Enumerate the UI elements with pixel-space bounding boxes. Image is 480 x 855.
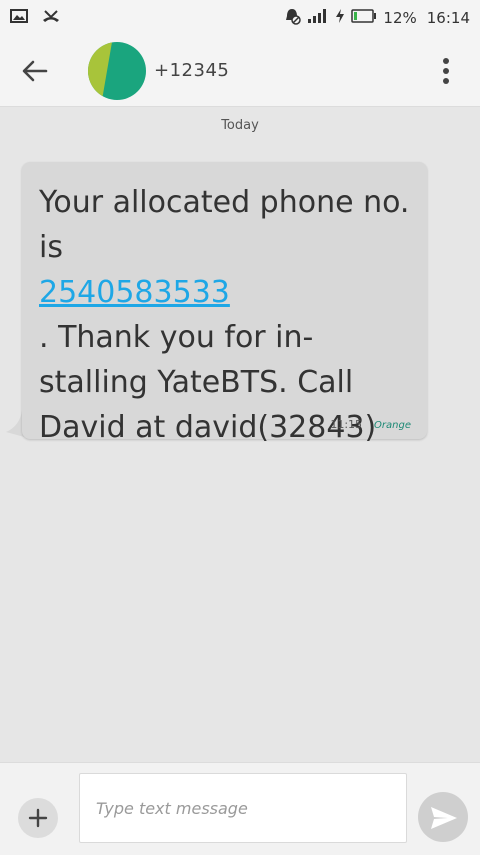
avatar[interactable] bbox=[88, 42, 146, 100]
status-bar: 12% 16:14 bbox=[0, 0, 480, 36]
date-divider: Today bbox=[221, 118, 259, 133]
charging-icon bbox=[335, 8, 345, 28]
arrow-back-icon bbox=[22, 60, 48, 82]
message-text: Your allocated phone no. is 2540583533. … bbox=[39, 185, 410, 445]
battery-icon bbox=[351, 9, 377, 27]
conversation-header: +12345 bbox=[0, 36, 480, 107]
message-bubble[interactable]: Your allocated phone no. is 2540583533. … bbox=[22, 162, 427, 445]
plus-icon bbox=[28, 808, 48, 828]
add-attachment-button[interactable] bbox=[18, 798, 58, 838]
composer bbox=[0, 762, 480, 855]
more-options-button[interactable] bbox=[436, 56, 456, 86]
contact-title: +12345 bbox=[154, 60, 230, 81]
missed-call-icon bbox=[42, 8, 60, 28]
phone-number-link[interactable]: 2540583533 bbox=[39, 275, 230, 310]
battery-percent: 12% bbox=[383, 9, 417, 27]
image-icon bbox=[10, 8, 28, 28]
message-carrier: Orange bbox=[374, 420, 411, 431]
alarm-mute-icon bbox=[283, 7, 302, 29]
send-icon bbox=[431, 807, 457, 829]
message-time: 11:15 bbox=[330, 418, 363, 431]
message-input[interactable] bbox=[79, 773, 407, 843]
more-vert-icon bbox=[443, 58, 449, 84]
status-time: 16:14 bbox=[426, 9, 470, 27]
send-button[interactable] bbox=[418, 792, 468, 842]
back-button[interactable] bbox=[20, 58, 50, 84]
signal-icon bbox=[307, 8, 329, 28]
